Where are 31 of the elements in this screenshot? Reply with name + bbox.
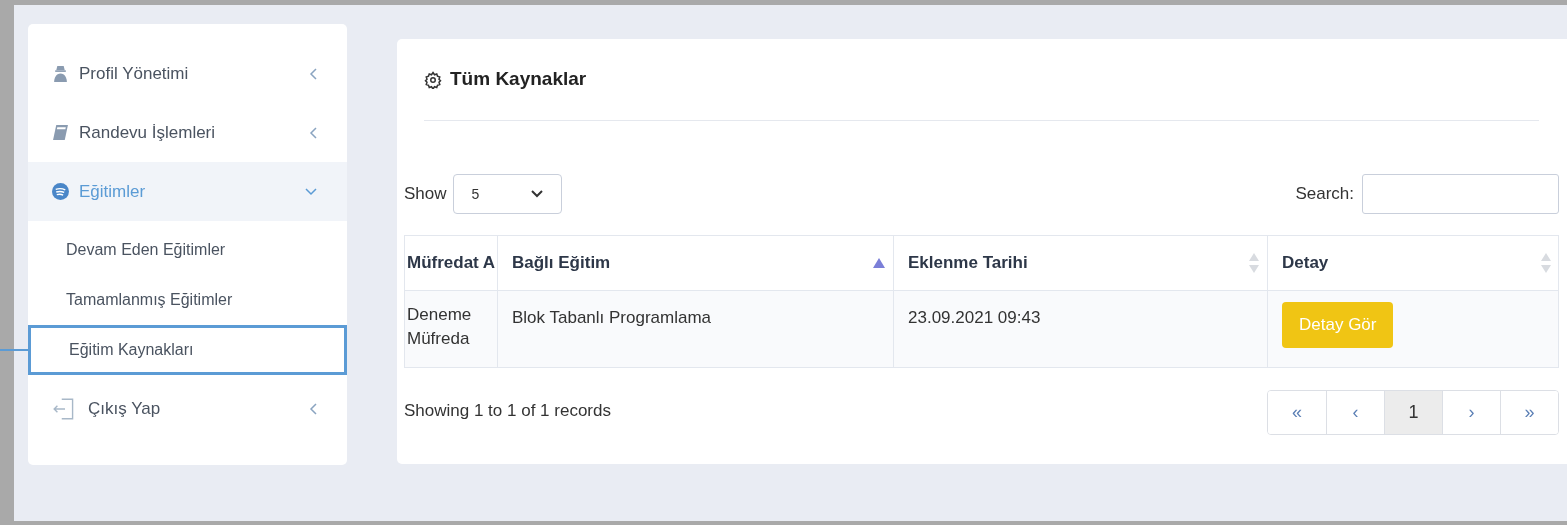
- panel-title: Tüm Kaynaklar: [450, 67, 587, 92]
- search-field[interactable]: [1362, 174, 1559, 214]
- table-cell-text: Deneme Müfreda: [406, 304, 473, 350]
- sidebar-item[interactable]: Profil Yönetimi: [28, 44, 347, 103]
- records-info: Showing 1 to 1 of 1 records: [404, 400, 611, 422]
- leader-line: [0, 349, 28, 351]
- submenu-item[interactable]: Eğitim Kaynakları: [28, 325, 347, 375]
- column-header[interactable]: Bağlı Eğitim: [497, 236, 893, 290]
- stream-icon: [52, 183, 69, 200]
- chevron-down-icon: [530, 190, 543, 198]
- book-icon: [52, 124, 69, 141]
- sidebar-item[interactable]: Çıkış Yap: [28, 379, 347, 438]
- submenu-item[interactable]: Devam Eden Eğitimler: [28, 225, 347, 275]
- show-label: Show: [404, 183, 447, 206]
- submenu-item[interactable]: Tamamlanmış Eğitimler: [28, 275, 347, 325]
- user-secret-icon: [52, 65, 69, 82]
- column-header[interactable]: Müfredat A: [405, 236, 497, 290]
- page-size-select[interactable]: 5: [452, 174, 562, 214]
- table-cell: Blok Tabanlı Programlama: [497, 291, 893, 367]
- column-header[interactable]: Eklenme Tarihi: [893, 236, 1267, 290]
- chevron-down-icon: [305, 187, 317, 196]
- page-button[interactable]: 1: [1384, 391, 1442, 434]
- gear-icon: [424, 70, 442, 89]
- chevron-left-icon: [309, 402, 317, 415]
- table-cell: 23.09.2021 09:43: [893, 291, 1267, 367]
- chevron-left-icon: [309, 126, 317, 139]
- page-button[interactable]: »: [1500, 391, 1558, 434]
- sidebar-item[interactable]: Randevu İşlemleri: [28, 103, 347, 162]
- chevron-left-icon: [309, 67, 317, 80]
- search-label: Search:: [1295, 183, 1354, 206]
- column-header[interactable]: Detay: [1267, 236, 1559, 290]
